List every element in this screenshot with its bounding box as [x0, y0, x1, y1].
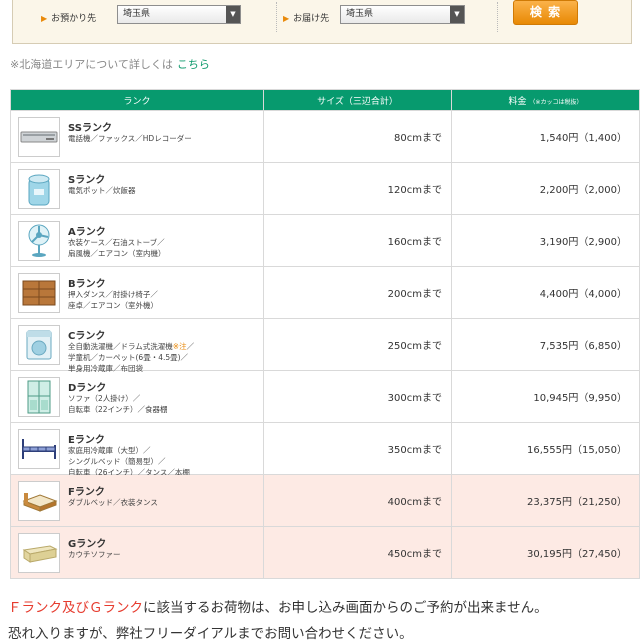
arrow-right-icon: ▶: [283, 14, 290, 23]
search-button[interactable]: 検 索: [513, 0, 578, 25]
divider: [497, 2, 498, 32]
rank-price-table: ランク サイズ（三辺合計） 料金 （※カッコは税抜） SSランク 電話機／ファッ…: [10, 89, 640, 579]
size-value: 160cmまで: [263, 214, 452, 267]
table-row: Aランク 衣装ケース／石油ストーブ／ 扇風機／エアコン（室内機） 160cmまで …: [10, 214, 640, 267]
price-value: 4,400円（4,000）: [451, 266, 640, 319]
table-row: Gランク カウチソファー 450cmまで 30,195円（27,450）: [10, 526, 640, 579]
footer-contact: 恐れ入りますが、弊社フリーダイアルまでお問い合わせください。: [8, 626, 413, 640]
price-value: 1,540円（1,400）: [451, 110, 640, 163]
size-value: 200cmまで: [263, 266, 452, 319]
table-row: Dランク ソファ（2人掛け）／ 自転車（22インチ）／食器棚 300cmまで 10…: [10, 370, 640, 423]
size-value: 80cmまで: [263, 110, 452, 163]
hd-recorder-icon: [18, 117, 60, 157]
footer-warning: Ｆランク及びＧランクに該当するお荷物は、お申し込み画面からのご予約が出来ません。: [8, 600, 548, 616]
table-row: Bランク 押入ダンス／肘掛け椅子／ 座卓／エアコン（室外機） 200cmまで 4,…: [10, 266, 640, 319]
header-size: サイズ（三辺合計）: [263, 89, 452, 111]
table-row: Eランク 家庭用冷蔵庫（大型）／ シングルベッド（簡易型）／ 自転車（26インチ）／…: [10, 422, 640, 477]
price-value: 7,535円（6,850）: [451, 318, 640, 371]
washing-machine-icon: [18, 325, 60, 365]
couch-sofa-icon: [18, 533, 60, 573]
double-bed-icon: [18, 481, 60, 521]
hokkaido-note: ※北海道エリアについて詳しくは こちら: [10, 58, 210, 71]
to-label: ▶ お届け先: [283, 14, 330, 24]
size-value: 300cmまで: [263, 370, 452, 423]
arrow-right-icon: ▶: [41, 14, 48, 23]
price-value: 30,195円（27,450）: [451, 526, 640, 579]
single-bed-icon: [18, 429, 60, 469]
chevron-down-icon: ▼: [226, 6, 240, 23]
size-value: 250cmまで: [263, 318, 452, 371]
price-value: 2,200円（2,000）: [451, 162, 640, 215]
price-value: 10,945円（9,950）: [451, 370, 640, 423]
size-value: 400cmまで: [263, 474, 452, 527]
price-value: 3,190円（2,900）: [451, 214, 640, 267]
hokkaido-link[interactable]: こちら: [177, 58, 210, 71]
price-value: 16,555円（15,050）: [451, 422, 640, 475]
size-value: 450cmまで: [263, 526, 452, 579]
table-row: Cランク 全自動洗濯機／ドラム式洗濯機※注／ 学童机／カーペット(6畳・4.5畳)…: [10, 318, 640, 373]
chest-icon: [18, 273, 60, 313]
electric-pot-icon: [18, 169, 60, 209]
header-rank: ランク: [10, 89, 264, 111]
search-panel: ▶ お預かり先 埼玉県 ▼ ▶ お届け先 埼玉県 ▼ 検 索: [12, 0, 632, 44]
to-select[interactable]: 埼玉県 ▼: [340, 5, 465, 24]
fan-icon: [18, 221, 60, 261]
from-select[interactable]: 埼玉県 ▼: [117, 5, 241, 24]
divider: [276, 2, 277, 32]
price-value: 23,375円（21,250）: [451, 474, 640, 527]
chevron-down-icon: ▼: [450, 6, 464, 23]
table-row: Sランク 電気ポット／炊飯器 120cmまで 2,200円（2,000）: [10, 162, 640, 215]
size-value: 120cmまで: [263, 162, 452, 215]
table-row: Fランク ダブルベッド／衣装タンス 400cmまで 23,375円（21,250…: [10, 474, 640, 527]
header-price: 料金 （※カッコは税抜）: [451, 89, 640, 111]
table-row: SSランク 電話機／ファックス／HDレコーダー 80cmまで 1,540円（1,…: [10, 110, 640, 163]
cupboard-icon: [18, 377, 60, 417]
from-label: ▶ お預かり先: [41, 14, 97, 24]
size-value: 350cmまで: [263, 422, 452, 475]
